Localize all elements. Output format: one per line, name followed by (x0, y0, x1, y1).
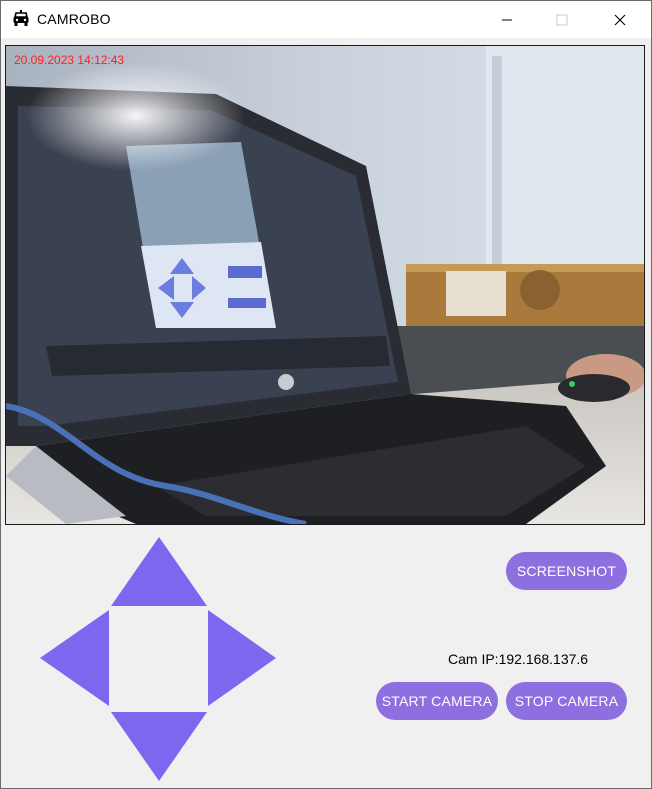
maximize-icon (556, 14, 568, 25)
dpad-right-arrow[interactable] (208, 610, 276, 706)
close-icon (614, 14, 626, 25)
dpad-left-arrow[interactable] (40, 610, 109, 706)
dpad-up-arrow[interactable] (111, 537, 207, 606)
app-window: CAMROBO 20.09.2023 14:12:43 SCREENSHOT C… (0, 0, 652, 789)
direction-pad (40, 537, 276, 781)
robot-car-icon (13, 10, 29, 26)
title-divider (1, 38, 651, 40)
title-bar[interactable]: CAMROBO (1, 1, 651, 38)
window-title: CAMROBO (37, 11, 111, 27)
start-camera-button[interactable]: START CAMERA (376, 682, 498, 720)
screenshot-button[interactable]: SCREENSHOT (506, 552, 627, 590)
minimize-button[interactable] (484, 1, 530, 38)
cam-ip-label: Cam IP:192.168.137.6 (448, 651, 589, 667)
minimize-icon (502, 19, 512, 20)
camera-timestamp: 20.09.2023 14:12:43 (14, 53, 125, 67)
dpad-down-arrow[interactable] (111, 712, 207, 781)
maximize-button[interactable] (539, 1, 585, 38)
camera-feed: 20.09.2023 14:12:43 (5, 45, 645, 525)
stop-camera-button[interactable]: STOP CAMERA (506, 682, 627, 720)
close-button[interactable] (597, 1, 643, 38)
camera-frame-image (6, 46, 644, 524)
